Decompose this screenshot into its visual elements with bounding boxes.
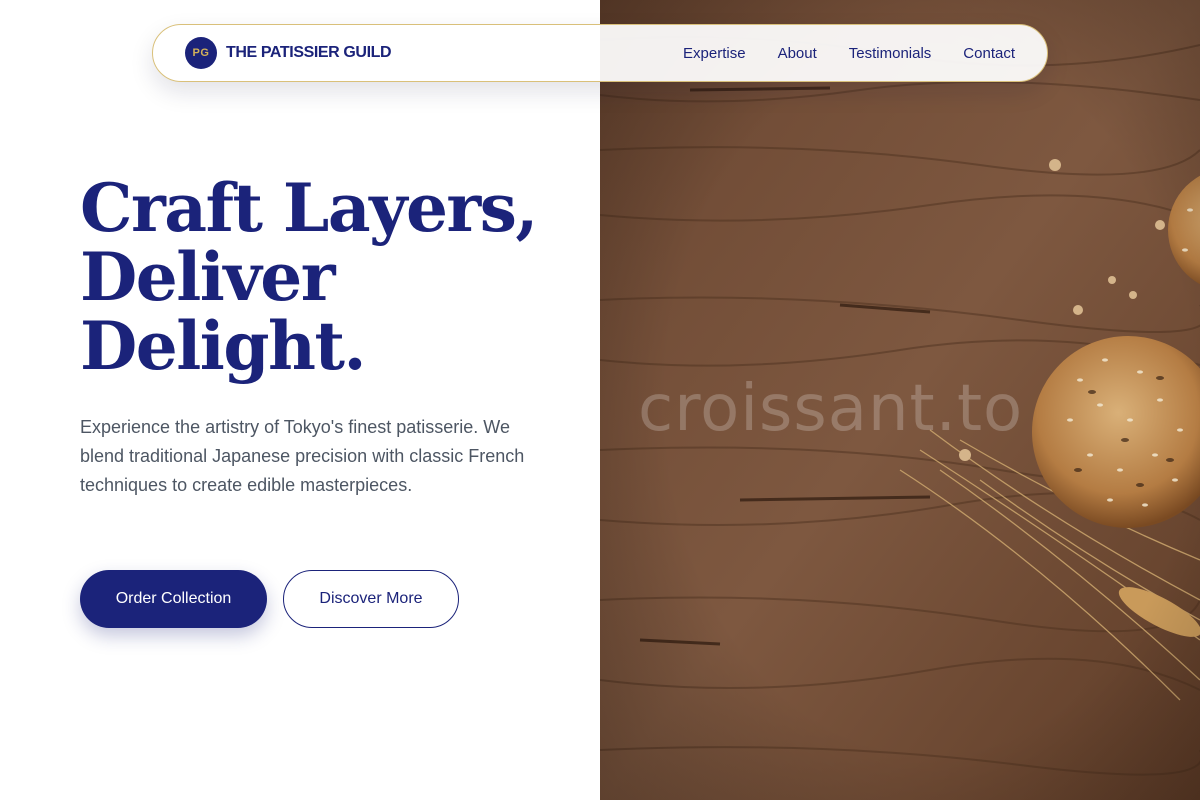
nav-link-about[interactable]: About	[778, 45, 817, 62]
nav-link-contact[interactable]: Contact	[963, 45, 1015, 62]
navbar: PG THE PATISSIER GUILD Expertise About T…	[152, 24, 1048, 82]
watermark-text: croissant.to	[638, 372, 1024, 446]
hero-title-line-2: Deliver	[80, 238, 335, 316]
nav-link-expertise[interactable]: Expertise	[683, 45, 746, 62]
nav-links: Expertise About Testimonials Contact	[683, 45, 1015, 62]
nav-link-testimonials[interactable]: Testimonials	[849, 45, 932, 62]
hero-title-line-3: Delight.	[80, 307, 366, 385]
logo-badge[interactable]: PG	[185, 37, 217, 69]
hero-description: Experience the artistry of Tokyo's fines…	[80, 417, 525, 495]
hero-title: Craft Layers, Deliver Delight.	[80, 174, 600, 381]
brand-name[interactable]: THE PATISSIER GUILD	[226, 44, 392, 62]
hero-image: croissant.to	[600, 0, 1200, 800]
hero-title-line-1: Craft Layers,	[80, 169, 538, 247]
order-collection-button[interactable]: Order Collection	[80, 570, 267, 628]
discover-more-button[interactable]: Discover More	[283, 570, 459, 628]
